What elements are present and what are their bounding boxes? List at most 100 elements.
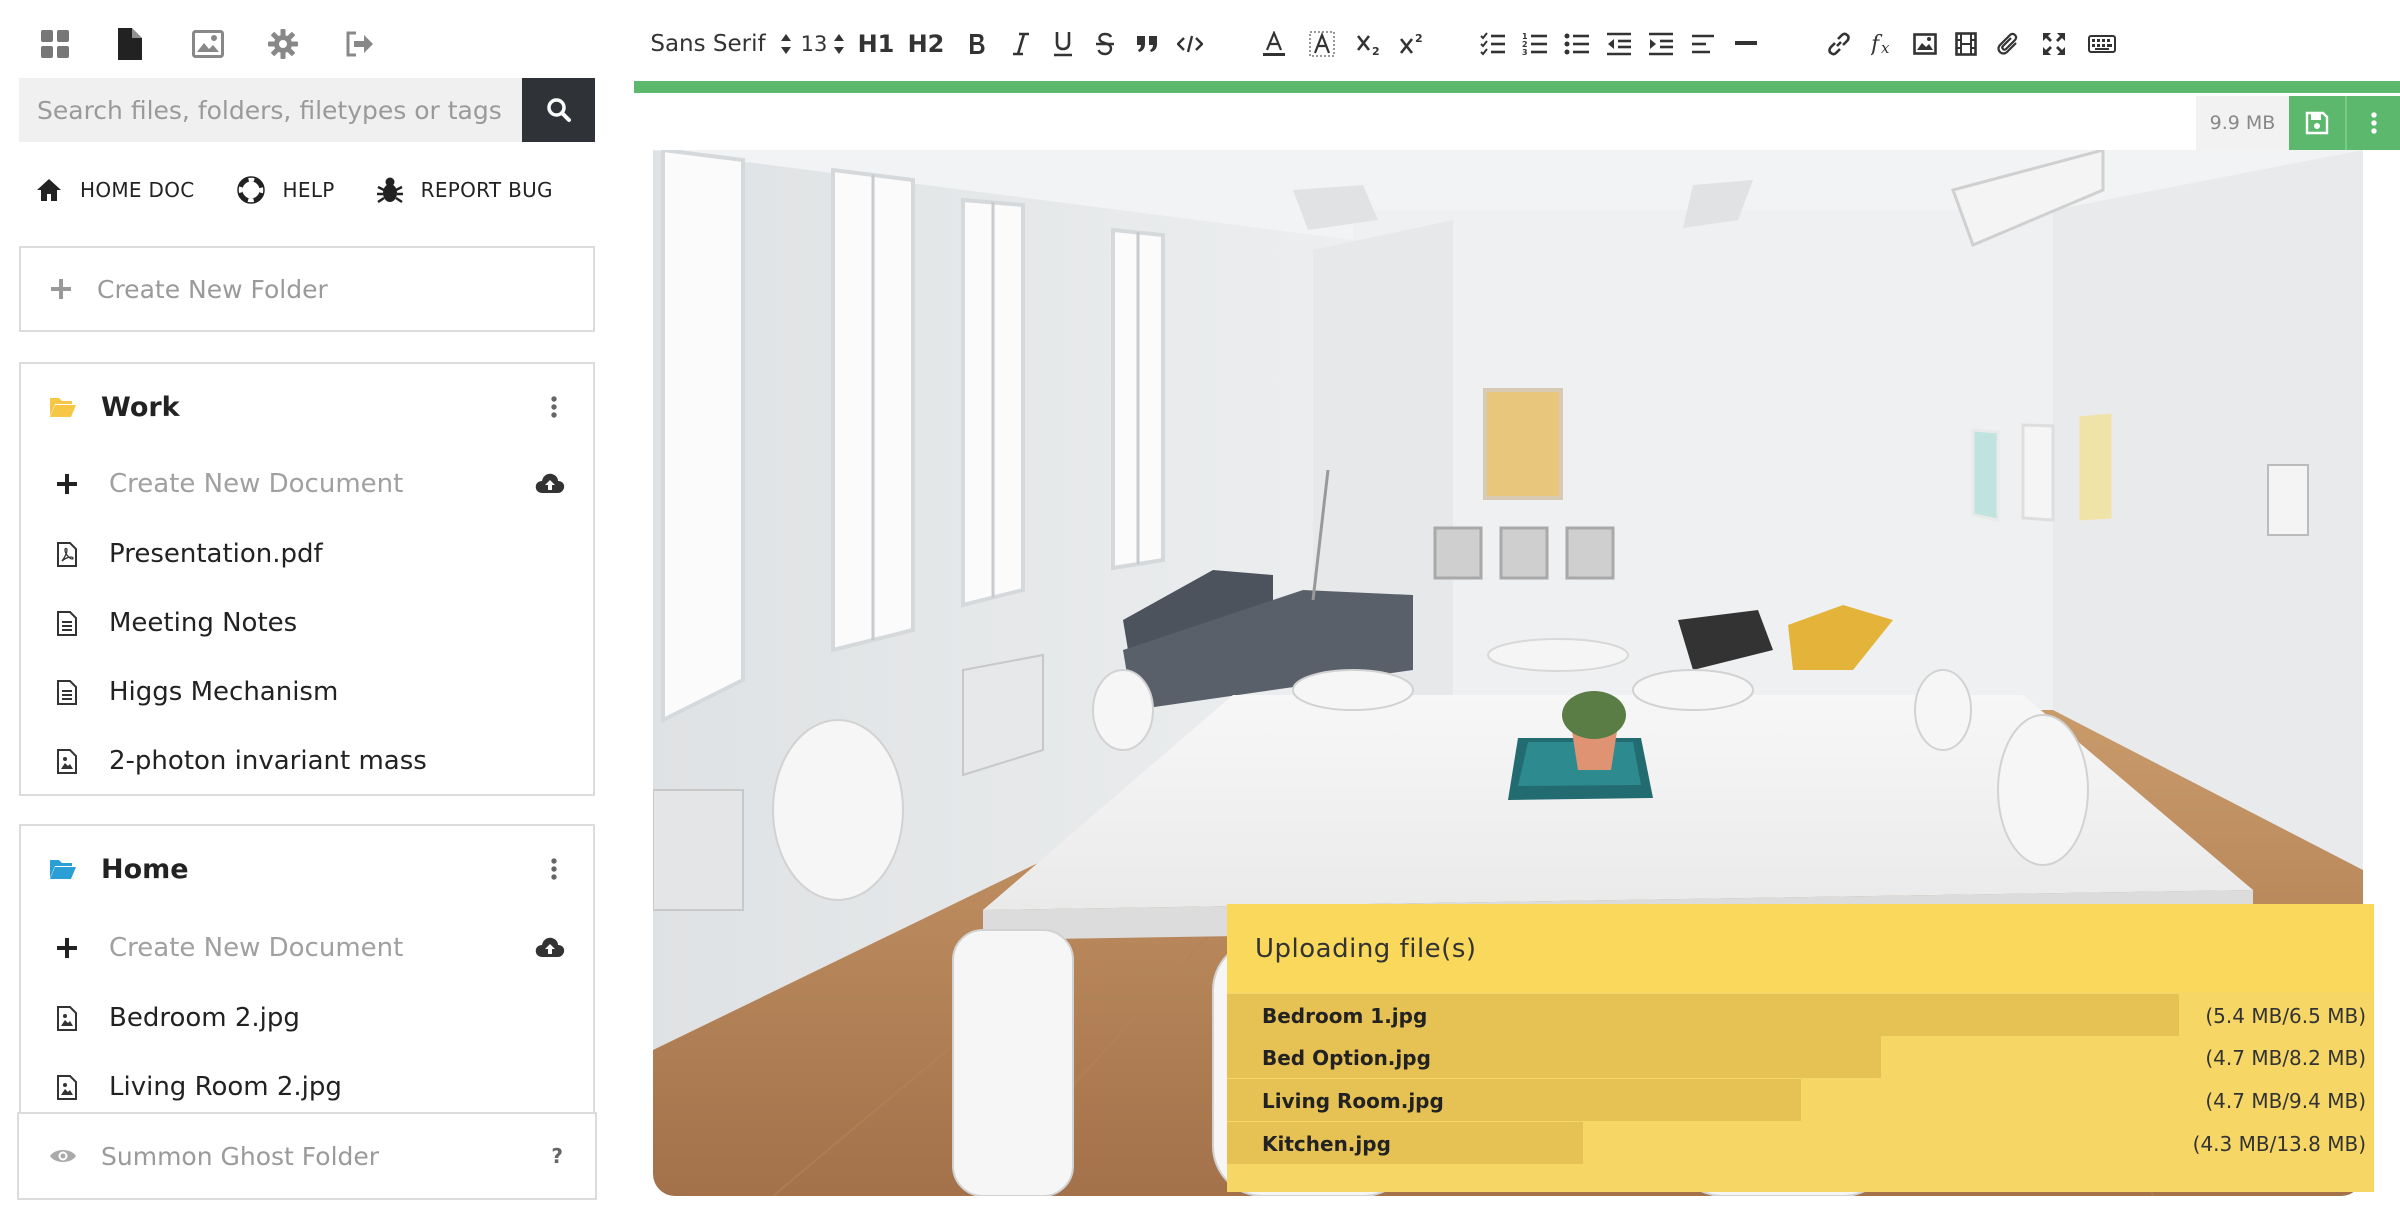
upload-file-size: (4.7 MB/9.4 MB) — [2205, 1089, 2366, 1113]
home-doc-link[interactable]: HOME DOC — [36, 178, 195, 202]
horizontal-rule-button[interactable] — [1724, 16, 1768, 72]
logout-icon[interactable] — [344, 24, 420, 64]
summon-ghost-folder-button[interactable]: Summon Ghost Folder ? — [17, 1112, 597, 1200]
insert-video-button[interactable] — [1946, 16, 1986, 72]
bug-icon — [376, 177, 403, 204]
file-item-meeting-notes[interactable]: Meeting Notes — [21, 593, 593, 653]
ordered-list-button[interactable]: 123 — [1514, 16, 1556, 72]
help-link[interactable]: HELP — [236, 176, 335, 204]
ordered-list-icon: 123 — [1522, 32, 1547, 56]
background-color-button[interactable] — [1296, 16, 1348, 72]
font-size-value: 13 — [800, 32, 828, 56]
sort-arrows-icon — [834, 34, 845, 54]
dashboard-icon[interactable] — [40, 24, 116, 64]
report-bug-label: REPORT BUG — [420, 178, 553, 202]
outdent-button[interactable] — [1598, 16, 1640, 72]
save-button[interactable] — [2289, 96, 2345, 150]
image-icon[interactable] — [192, 24, 268, 64]
subscript-button[interactable]: 2 — [1348, 16, 1390, 72]
file-item-living-room-2[interactable]: Living Room 2.jpg — [21, 1057, 593, 1117]
upload-row: Kitchen.jpg (4.3 MB/13.8 MB) — [1227, 1122, 2374, 1164]
eye-icon — [50, 1150, 76, 1162]
checklist-button[interactable] — [1434, 16, 1514, 72]
file-label: 2-photon invariant mass — [109, 746, 427, 776]
search-bar — [19, 78, 595, 142]
insert-image-button[interactable] — [1904, 16, 1946, 72]
help-icon[interactable]: ? — [551, 1144, 563, 1168]
text-color-button[interactable] — [1212, 16, 1296, 72]
highlight-color-icon — [1309, 31, 1335, 57]
checklist-icon — [1480, 32, 1505, 56]
create-folder-button[interactable]: Create New Folder — [19, 246, 595, 332]
file-item-presentation[interactable]: Presentation.pdf — [21, 524, 593, 584]
kebab-menu-icon[interactable] — [551, 858, 557, 880]
h2-label: H2 — [907, 30, 945, 58]
font-family-select[interactable]: Sans Serif — [634, 16, 792, 72]
link-button[interactable] — [1768, 16, 1864, 72]
image-file-icon — [57, 1005, 77, 1031]
ghost-folder-label: Summon Ghost Folder — [101, 1141, 380, 1171]
file-label: Living Room 2.jpg — [109, 1072, 342, 1102]
file-item-2-photon[interactable]: 2-photon invariant mass — [21, 731, 593, 791]
file-label: Bedroom 2.jpg — [109, 1003, 300, 1033]
editor-toolbar: Sans Serif 13 H1 H2 2 2 123 f x — [634, 16, 2126, 72]
help-label: HELP — [282, 178, 335, 202]
paperclip-icon — [1997, 32, 2018, 55]
bold-icon — [970, 34, 985, 54]
align-left-icon — [1692, 34, 1714, 54]
search-button[interactable] — [522, 78, 595, 142]
formula-button[interactable]: fx — [1864, 16, 1904, 72]
fullscreen-button[interactable] — [2030, 16, 2078, 72]
svg-text:2: 2 — [1415, 32, 1423, 45]
indent-button[interactable] — [1640, 16, 1682, 72]
text-file-icon — [57, 679, 77, 705]
upload-title: Uploading file(s) — [1255, 934, 1477, 964]
gear-icon[interactable] — [268, 24, 344, 64]
underline-button[interactable] — [1042, 16, 1084, 72]
folder-card-home: Home Create New Document Bedroom 2.jpg L… — [19, 824, 595, 1124]
blockquote-button[interactable] — [1126, 16, 1168, 72]
sidebar-top-icons — [40, 24, 420, 64]
file-label: Higgs Mechanism — [109, 677, 339, 707]
create-document-label: Create New Document — [109, 933, 404, 963]
italic-button[interactable] — [1000, 16, 1042, 72]
upload-file-name: Living Room.jpg — [1262, 1089, 1444, 1113]
horizontal-rule-icon — [1735, 41, 1757, 45]
kebab-menu-icon[interactable] — [551, 396, 557, 418]
strikethrough-icon — [1096, 32, 1114, 56]
file-item-higgs-mechanism[interactable]: Higgs Mechanism — [21, 662, 593, 722]
heading-1-button[interactable]: H1 — [854, 16, 898, 72]
cloud-upload-icon[interactable] — [535, 472, 565, 494]
svg-text:x: x — [1881, 39, 1890, 57]
file-item-bedroom-2[interactable]: Bedroom 2.jpg — [21, 988, 593, 1048]
folder-header-work[interactable]: Work — [21, 364, 593, 450]
create-document-button[interactable]: Create New Document — [21, 918, 593, 978]
heading-2-button[interactable]: H2 — [898, 16, 954, 72]
code-button[interactable] — [1168, 16, 1212, 72]
attachment-button[interactable] — [1986, 16, 2030, 72]
bullet-list-icon — [1564, 33, 1589, 55]
upload-file-size: (4.7 MB/8.2 MB) — [2205, 1046, 2366, 1070]
home-icon — [37, 179, 61, 201]
code-icon — [1177, 35, 1203, 53]
cloud-upload-icon[interactable] — [535, 936, 565, 958]
document-icon[interactable] — [116, 24, 192, 64]
search-input[interactable] — [19, 78, 522, 142]
image-icon — [1913, 33, 1937, 55]
bullet-list-button[interactable] — [1556, 16, 1598, 72]
upload-panel-header: Uploading file(s) — [1227, 904, 2374, 992]
keyboard-button[interactable] — [2078, 16, 2126, 72]
editor-accent-bar — [634, 81, 2400, 93]
film-icon — [1955, 32, 1977, 56]
create-document-button[interactable]: Create New Document — [21, 454, 593, 514]
folder-header-home[interactable]: Home — [21, 826, 593, 912]
font-size-select[interactable]: 13 — [792, 16, 854, 72]
superscript-button[interactable]: 2 — [1390, 16, 1434, 72]
report-bug-link[interactable]: REPORT BUG — [376, 176, 553, 204]
bold-button[interactable] — [954, 16, 1000, 72]
sidebar: HOME DOC HELP REPORT BUG Create New Fold… — [0, 0, 610, 1219]
more-options-button[interactable] — [2345, 96, 2400, 150]
font-family-value: Sans Serif — [650, 31, 766, 57]
align-button[interactable] — [1682, 16, 1724, 72]
strikethrough-button[interactable] — [1084, 16, 1126, 72]
